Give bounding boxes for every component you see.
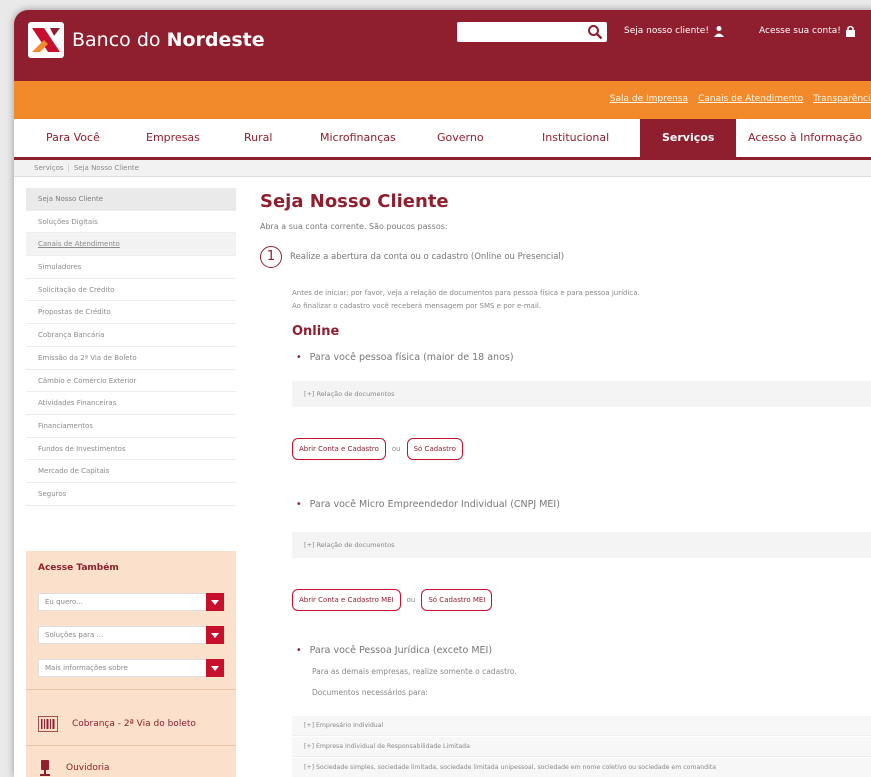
sidebar-item[interactable]: Financiamentos [26,415,236,438]
divider [26,745,236,746]
also-access-title: Acesse Também [38,563,119,573]
docs-toggle-sociedade[interactable]: [+] Sociedade simples, sociedade limitad… [292,758,871,777]
open-account-button[interactable]: Abrir Conta e Cadastro [292,438,386,460]
user-icon [713,26,724,37]
register-only-mei-button[interactable]: Só Cadastro MEI [421,589,493,611]
open-account-mei-button[interactable]: Abrir Conta e Cadastro MEI [292,589,401,611]
sidebar-item[interactable]: Seja Nosso Cliente [26,188,236,211]
bullet-pessoa-fisica: Para você pessoa física (maior de 18 ano… [296,352,514,363]
quick-link[interactable]: Transparência [813,94,871,104]
sidebar-item[interactable]: Câmbio e Comércio Exterior [26,370,236,393]
quick-link[interactable]: Canais de Atendimento [698,94,803,104]
also-link-label: Ouvidoria [66,763,110,773]
select-eu-quero[interactable]: Eu quero... [38,593,224,611]
nav-item-governo[interactable]: Governo [437,119,484,157]
nav-item-para-voce[interactable]: Para Você [46,119,100,157]
top-bar: Banco do Nordeste Seja nosso cliente! Ac… [14,10,871,81]
quick-link[interactable]: Sala de Imprensa [610,94,688,104]
lock-icon [845,25,855,37]
select-mais-informacoes[interactable]: Mais informações sobre [38,659,224,677]
docs-toggle-pf[interactable]: [+] Relação de documentos [292,381,871,407]
breadcrumb-current: Seja Nosso Cliente [73,164,139,172]
breadcrumb-link[interactable]: Serviços [34,164,64,172]
also-access-panel: Acesse Também Eu quero... Soluções para … [26,551,236,777]
nav-item-acesso-informacao[interactable]: Acesso à Informação [748,119,862,157]
online-heading: Online [292,324,340,339]
note-sms: Ao finalizar o cadastro você receberá me… [292,302,542,310]
dropdown-arrow-icon[interactable] [206,659,224,677]
select-solucoes-para[interactable]: Soluções para ... [38,626,224,644]
pj-docs-heading: Documentos necessários para: [312,688,428,697]
page-title: Seja Nosso Cliente [260,191,449,212]
browser-page: Banco do Nordeste Seja nosso cliente! Ac… [14,10,871,777]
also-link-ouvidoria[interactable]: Ouvidoria [38,753,228,777]
quick-links: Sala de Imprensa Canais de Atendimento T… [610,94,871,104]
sidebar-item[interactable]: Seguros [26,483,236,506]
sidebar-menu: Seja Nosso Cliente Soluções Digitais Can… [26,188,236,506]
step-number: 1 [260,246,282,268]
breadcrumb: Serviços | Seja Nosso Cliente [14,160,871,177]
step-1: 1 Realize a abertura da conta ou o cadas… [260,246,564,268]
also-link-cobranca[interactable]: Cobrança - 2ª Via do boleto [38,709,228,739]
megaphone-icon [40,760,50,776]
docs-toggle-empresario[interactable]: [+] Empresário Individual [292,716,871,736]
search-input[interactable] [457,22,607,42]
register-only-button[interactable]: Só Cadastro [406,438,463,460]
sidebar-item[interactable]: Cobrança Bancária [26,324,236,347]
brand-name: Banco do Nordeste [72,29,265,51]
account-link[interactable]: Acesse sua conta! [759,25,856,37]
nav-item-servicos[interactable]: Serviços [640,119,737,157]
select-value: Mais informações sobre [45,664,128,672]
note-documents: Antes de iniciar: por favor, veja a rela… [292,289,640,297]
divider [26,689,236,690]
or-label: ou [406,596,416,604]
breadcrumb-separator: | [67,164,70,172]
also-link-label: Cobrança - 2ª Via do boleto [72,719,196,729]
client-link-label: Seja nosso cliente! [624,26,709,36]
pj-note: Para as demais empresas, realize somente… [312,667,517,676]
main-nav: Para Você Empresas Rural Microfinanças G… [14,119,871,160]
buttons-pf: Abrir Conta e Cadastro ou Só Cadastro [292,438,463,460]
sidebar-item[interactable]: Propostas de Crédito [26,301,236,325]
select-value: Eu quero... [45,598,83,606]
account-link-label: Acesse sua conta! [759,26,841,36]
brand-logo[interactable]: Banco do Nordeste [28,22,265,58]
sidebar-item[interactable]: Soluções Digitais [26,211,236,234]
sidebar-item[interactable]: Simuladores [26,256,236,279]
bullet-mei: Para você Micro Empreendedor Individual … [296,499,560,510]
dropdown-arrow-icon[interactable] [206,626,224,644]
docs-toggle-eireli[interactable]: [+] Empresa Individual de Responsabilida… [292,737,871,757]
buttons-mei: Abrir Conta e Cadastro MEI ou Só Cadastr… [292,589,493,611]
bullet-pessoa-juridica: Para você Pessoa Jurídica (exceto MEI) [296,645,492,656]
logo-mark-icon [28,22,64,58]
dropdown-arrow-icon[interactable] [206,593,224,611]
client-link[interactable]: Seja nosso cliente! [624,25,725,37]
sidebar-item[interactable]: Solicitação de Crédito [26,279,236,302]
screenshot-frame: Banco do Nordeste Seja nosso cliente! Ac… [0,0,871,777]
search-icon[interactable] [587,24,603,40]
sidebar-item[interactable]: Mercado de Capitais [26,460,236,483]
nav-item-institucional[interactable]: Institucional [542,119,609,157]
nav-item-rural[interactable]: Rural [244,119,272,157]
sidebar-item[interactable]: Emissão da 2ª Via de Boleto [26,347,236,370]
docs-toggle-mei[interactable]: [+] Relação de documentos [292,532,871,558]
barcode-icon [38,716,58,732]
or-label: ou [391,445,401,453]
sidebar-item[interactable]: Canais de Atendimento [26,233,236,257]
nav-item-empresas[interactable]: Empresas [146,119,200,157]
step-text: Realize a abertura da conta ou o cadastr… [290,252,565,262]
select-value: Soluções para ... [45,631,104,639]
page-lead: Abra a sua conta corrente. São poucos pa… [260,222,448,231]
sidebar-item[interactable]: Fundos de Investimentos [26,438,236,461]
nav-item-microfinancas[interactable]: Microfinanças [320,119,396,157]
sidebar-item[interactable]: Atividades Financeiras [26,392,236,415]
